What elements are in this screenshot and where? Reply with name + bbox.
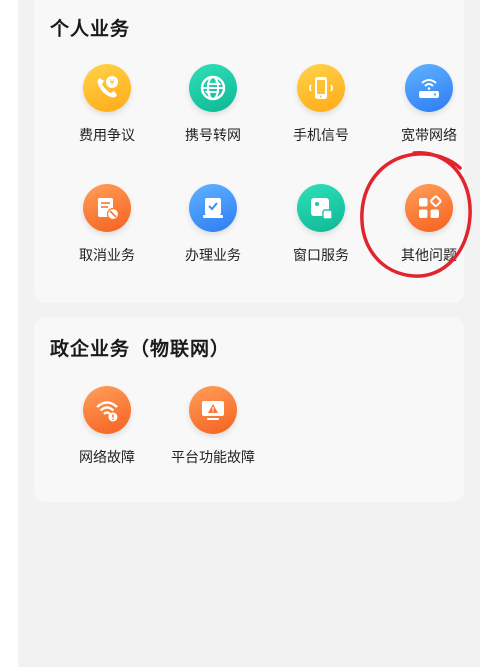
four-squares-icon [405,184,453,232]
window-service-icon [297,184,345,232]
item-number-porting[interactable]: 携号转网 [158,64,268,174]
item-network-fault[interactable]: 网络故障 [52,386,162,496]
item-label: 费用争议 [79,128,135,144]
item-fee-dispute[interactable]: ¥ 费用争议 [52,64,162,174]
yuan-phone-icon: ¥ [83,64,131,112]
personal-business-title: 个人业务 [50,18,131,40]
enterprise-business-card: 政企业务（物联网） 网络故障 平台功能故障 [34,317,464,502]
item-handle-service[interactable]: 办理业务 [158,184,268,294]
item-broadband[interactable]: 宽带网络 [374,64,484,174]
item-other-issues[interactable]: 其他问题 [374,184,484,294]
screen: 个人业务 ¥ 费用争议 携号转网 手机信号 宽带网络 取消业务 办理业务 窗口服… [18,0,480,667]
item-platform-fault[interactable]: 平台功能故障 [158,386,268,496]
item-label: 网络故障 [79,450,135,466]
item-label: 宽带网络 [401,128,457,144]
item-label: 其他问题 [401,248,457,264]
checklist-icon [189,184,237,232]
item-mobile-signal[interactable]: 手机信号 [266,64,376,174]
item-label: 窗口服务 [293,248,349,264]
item-label: 平台功能故障 [171,450,255,466]
item-cancel-service[interactable]: 取消业务 [52,184,162,294]
item-label: 办理业务 [185,248,241,264]
item-label: 手机信号 [293,128,349,144]
mobile-signal-icon [297,64,345,112]
personal-business-card: 个人业务 ¥ 费用争议 携号转网 手机信号 宽带网络 取消业务 办理业务 窗口服… [34,0,464,303]
svg-text:¥: ¥ [109,78,114,87]
item-window-service[interactable]: 窗口服务 [266,184,376,294]
cancel-document-icon [83,184,131,232]
wifi-alert-icon [83,386,131,434]
monitor-alert-icon [189,386,237,434]
item-label: 取消业务 [79,248,135,264]
enterprise-business-title: 政企业务（物联网） [50,338,231,360]
item-label: 携号转网 [185,128,241,144]
globe-transfer-icon [189,64,237,112]
router-wifi-icon [405,64,453,112]
